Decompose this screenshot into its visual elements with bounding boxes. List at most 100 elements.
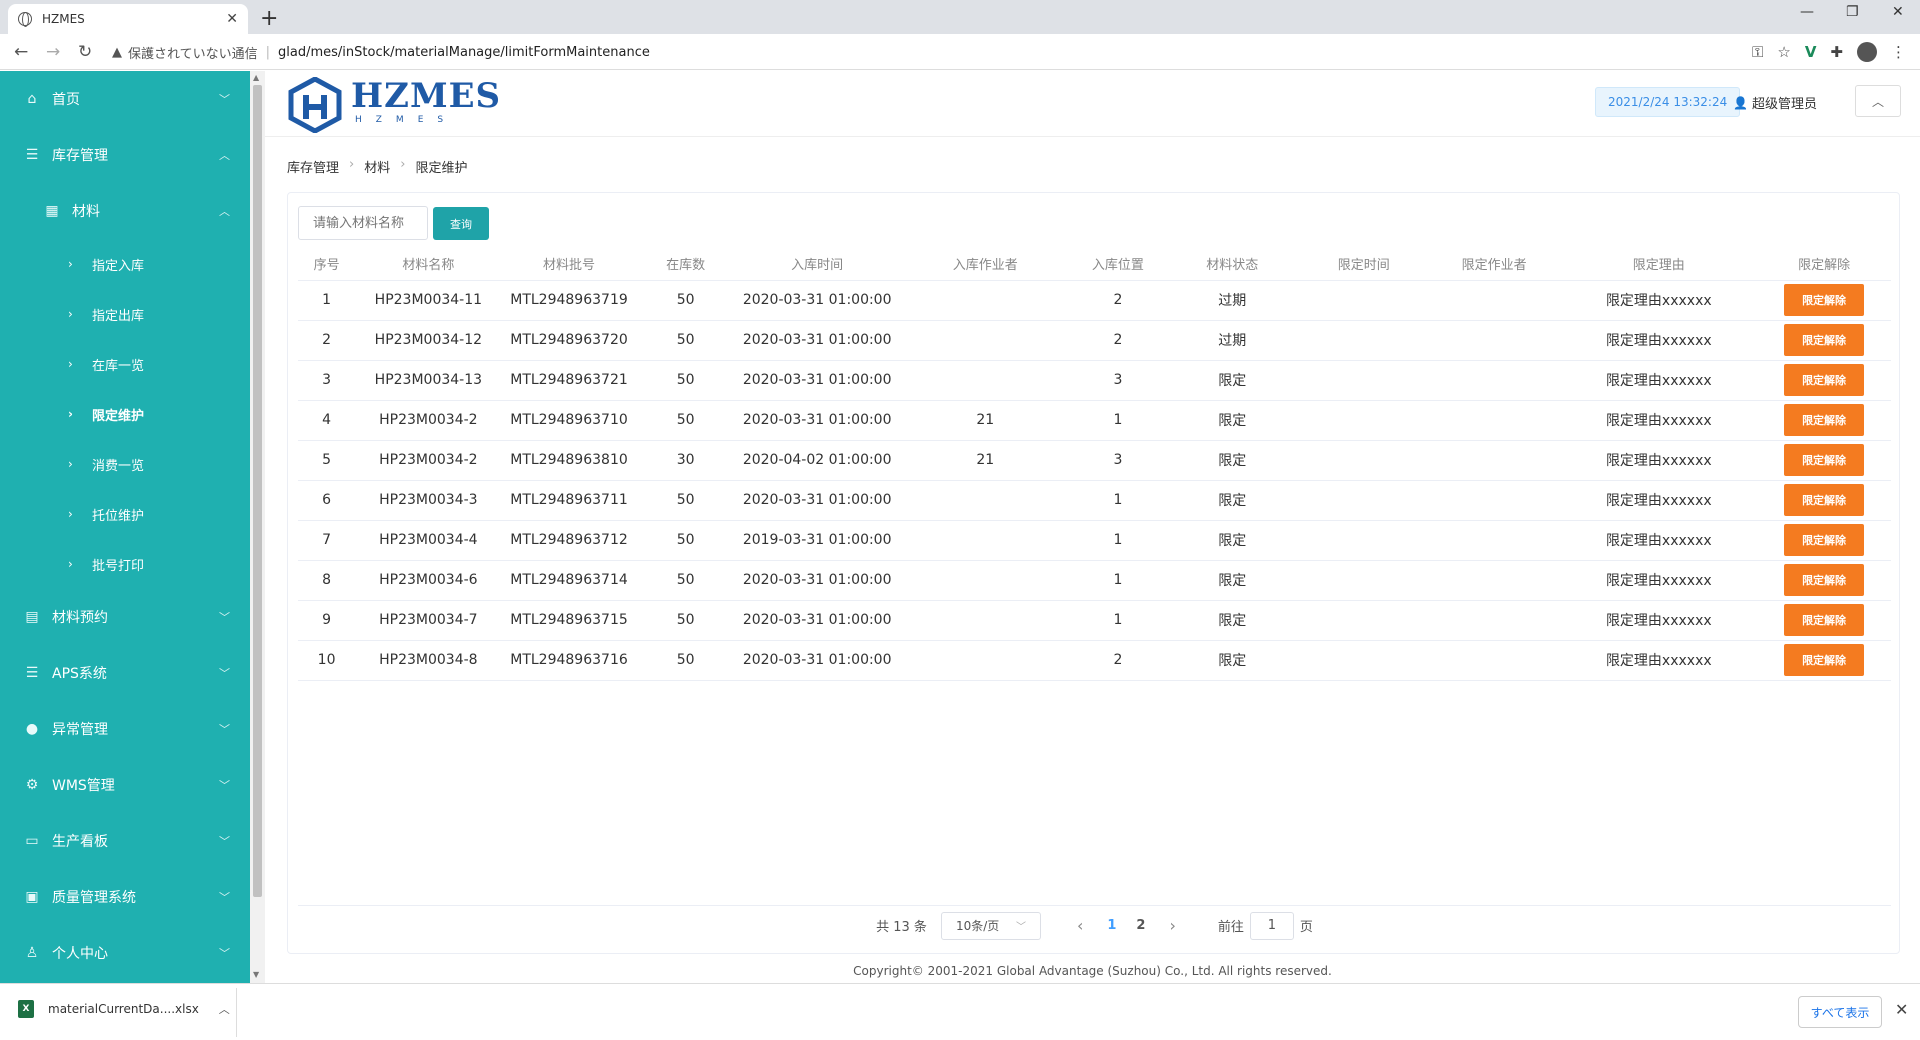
table-cell: 限定 xyxy=(1164,640,1300,681)
sidebar: ⌂ 首页 ﹀ ☰ 库存管理 ︿ ▦ 材料 ︿ › 指定入库 › 指定出库 › 在… xyxy=(0,71,250,983)
next-page-icon[interactable]: › xyxy=(1169,916,1175,935)
sidebar-item-material[interactable]: ▦ 材料 ︿ xyxy=(0,183,250,239)
table-cell: HP23M0034-3 xyxy=(355,480,502,521)
sidebar-subitem-designated-in[interactable]: › 指定入库 xyxy=(0,239,250,289)
scrollbar-thumb[interactable] xyxy=(253,85,262,897)
extension-v-icon[interactable]: V xyxy=(1805,43,1817,61)
close-icon[interactable]: ✕ xyxy=(1895,1000,1908,1019)
chevron-right-icon: › xyxy=(68,307,73,321)
sidebar-item-exception[interactable]: ● 异常管理 ﹀ xyxy=(0,701,250,757)
sidebar-item-production-board[interactable]: ▭ 生产看板 ﹀ xyxy=(0,813,250,869)
release-limit-button[interactable]: 限定解除 xyxy=(1784,524,1865,556)
release-limit-button[interactable]: 限定解除 xyxy=(1784,564,1865,596)
release-limit-button[interactable]: 限定解除 xyxy=(1784,284,1865,316)
sidebar-item-aps[interactable]: ☰ APS系统 ﹀ xyxy=(0,645,250,701)
minimize-icon[interactable]: — xyxy=(1800,4,1814,20)
table-row: 2 HP23M0034-12 MTL2948963720 50 2020-03-31 0… xyxy=(298,320,1891,361)
release-limit-button[interactable]: 限定解除 xyxy=(1784,484,1865,516)
table-cell xyxy=(1427,440,1561,481)
sidebar-subitem-designated-out[interactable]: › 指定出库 xyxy=(0,289,250,339)
more-icon[interactable]: ⋮ xyxy=(1891,43,1906,61)
show-all-button[interactable]: すべて表示 xyxy=(1798,996,1882,1028)
search-button[interactable]: 查询 xyxy=(433,207,489,240)
sidebar-item-home[interactable]: ⌂ 首页 ﹀ xyxy=(0,71,250,127)
sidebar-item-label: APS系统 xyxy=(52,666,107,682)
datetime-badge: 2021/2/24 13:32:24 xyxy=(1595,87,1741,117)
table-row: 5 HP23M0034-2 MTL2948963810 30 2020-04-02 01… xyxy=(298,440,1891,481)
download-item[interactable]: X materialCurrentDa....xlsx ︿ xyxy=(18,1000,230,1018)
table-cell: MTL2948963711 xyxy=(501,480,637,521)
scroll-down-icon[interactable]: ▼ xyxy=(253,970,259,979)
tab-close-icon[interactable]: ✕ xyxy=(226,11,238,27)
breadcrumb-item[interactable]: 库存管理 xyxy=(287,157,339,176)
star-icon[interactable]: ☆ xyxy=(1777,43,1790,61)
puzzle-icon[interactable]: ✚ xyxy=(1830,43,1843,61)
sidebar-item-profile[interactable]: ♙ 个人中心 ﹀ xyxy=(0,925,250,981)
page-number[interactable]: 2 xyxy=(1136,918,1145,933)
table-cell: 限定理由xxxxxx xyxy=(1560,440,1758,481)
forward-icon[interactable]: → xyxy=(46,42,64,62)
sidebar-item-inventory[interactable]: ☰ 库存管理 ︿ xyxy=(0,127,250,183)
table-cell: HP23M0034-4 xyxy=(355,520,502,561)
profile-icon[interactable] xyxy=(1857,42,1877,62)
table-cell-action: 限定解除 xyxy=(1757,560,1891,601)
sidebar-subitem-stock-list[interactable]: › 在库一览 xyxy=(0,339,250,389)
sidebar-item-wms[interactable]: ⚙ WMS管理 ﹀ xyxy=(0,757,250,813)
goto-page-input[interactable]: 1 xyxy=(1249,911,1294,940)
release-limit-button[interactable]: 限定解除 xyxy=(1784,404,1865,436)
sidebar-subitem-pallet-maintenance[interactable]: › 托位维护 xyxy=(0,489,250,539)
sidebar-item-material-reservation[interactable]: ▤ 材料预约 ﹀ xyxy=(0,589,250,645)
release-limit-button[interactable]: 限定解除 xyxy=(1784,444,1865,476)
column-header: 材料状态 xyxy=(1164,248,1300,281)
table-cell: 50 xyxy=(636,400,735,441)
table-cell: 限定理由xxxxxx xyxy=(1560,360,1758,401)
table-row: 8 HP23M0034-6 MTL2948963714 50 2020-03-31 01… xyxy=(298,560,1891,601)
release-limit-button[interactable]: 限定解除 xyxy=(1784,604,1865,636)
sidebar-subitem-limit-maintenance[interactable]: › 限定维护 xyxy=(0,389,250,439)
chart-icon: ▣ xyxy=(25,889,39,905)
sidebar-subitem-consumption-list[interactable]: › 消费一览 xyxy=(0,439,250,489)
breadcrumb-current: 限定维护 xyxy=(415,161,468,176)
release-limit-button[interactable]: 限定解除 xyxy=(1784,324,1865,356)
key-icon[interactable]: ⚿ xyxy=(1752,43,1763,61)
scroll-up-icon[interactable]: ▲ xyxy=(253,73,259,82)
close-window-icon[interactable]: ✕ xyxy=(1892,4,1904,20)
url-field[interactable]: ▲ 保護されていない通信 | glad/mes/inStock/material… xyxy=(112,40,650,64)
reload-icon[interactable]: ↻ xyxy=(78,42,96,62)
download-filename: materialCurrentDa....xlsx xyxy=(48,1002,199,1016)
table-cell xyxy=(1299,520,1428,561)
user-name: 超级管理员 xyxy=(1751,97,1817,112)
sidebar-scrollbar[interactable]: ▲ ▼ xyxy=(250,71,265,983)
sidebar-subitem-lot-print[interactable]: › 批号打印 xyxy=(0,539,250,589)
column-header: 入库时间 xyxy=(734,248,900,281)
table-cell: 2020-03-31 01:00:00 xyxy=(734,400,900,441)
collapse-header-button[interactable]: ︿ xyxy=(1855,85,1901,117)
release-limit-button[interactable]: 限定解除 xyxy=(1784,644,1865,676)
user-icon: ♙ xyxy=(25,945,39,961)
restore-icon[interactable]: ❐ xyxy=(1846,4,1859,20)
sidebar-subitem-label: 限定维护 xyxy=(92,408,145,424)
table-cell: 过期 xyxy=(1164,320,1300,361)
page-size-select[interactable]: 10条/页 ﹀ xyxy=(940,911,1041,940)
sidebar-item-quality[interactable]: ▣ 质量管理系统 ﹀ xyxy=(0,869,250,925)
material-name-search-input[interactable] xyxy=(298,206,428,240)
table-cell xyxy=(1299,320,1428,361)
page-number[interactable]: 1 xyxy=(1107,918,1116,933)
monitor-icon: ▭ xyxy=(25,833,39,849)
table-cell xyxy=(1299,440,1428,481)
chevron-up-icon[interactable]: ︿ xyxy=(219,1001,230,1017)
sidebar-subitem-label: 托位维护 xyxy=(92,508,145,524)
sidebar-subitem-label: 在库一览 xyxy=(92,358,145,374)
breadcrumb-item[interactable]: 材料 xyxy=(364,157,390,176)
release-limit-button[interactable]: 限定解除 xyxy=(1784,364,1865,396)
prev-page-icon[interactable]: ‹ xyxy=(1077,916,1083,935)
table-cell: 限定 xyxy=(1164,400,1300,441)
table-cell: 50 xyxy=(636,600,735,641)
back-icon[interactable]: ← xyxy=(14,42,32,62)
new-tab-icon[interactable]: + xyxy=(260,6,278,31)
table-cell xyxy=(1299,640,1428,681)
table-cell xyxy=(1427,560,1561,601)
column-header: 限定时间 xyxy=(1299,248,1428,281)
user-menu[interactable]: 👤 超级管理员 xyxy=(1733,93,1817,113)
browser-tab[interactable]: HZMES ✕ xyxy=(8,4,248,34)
